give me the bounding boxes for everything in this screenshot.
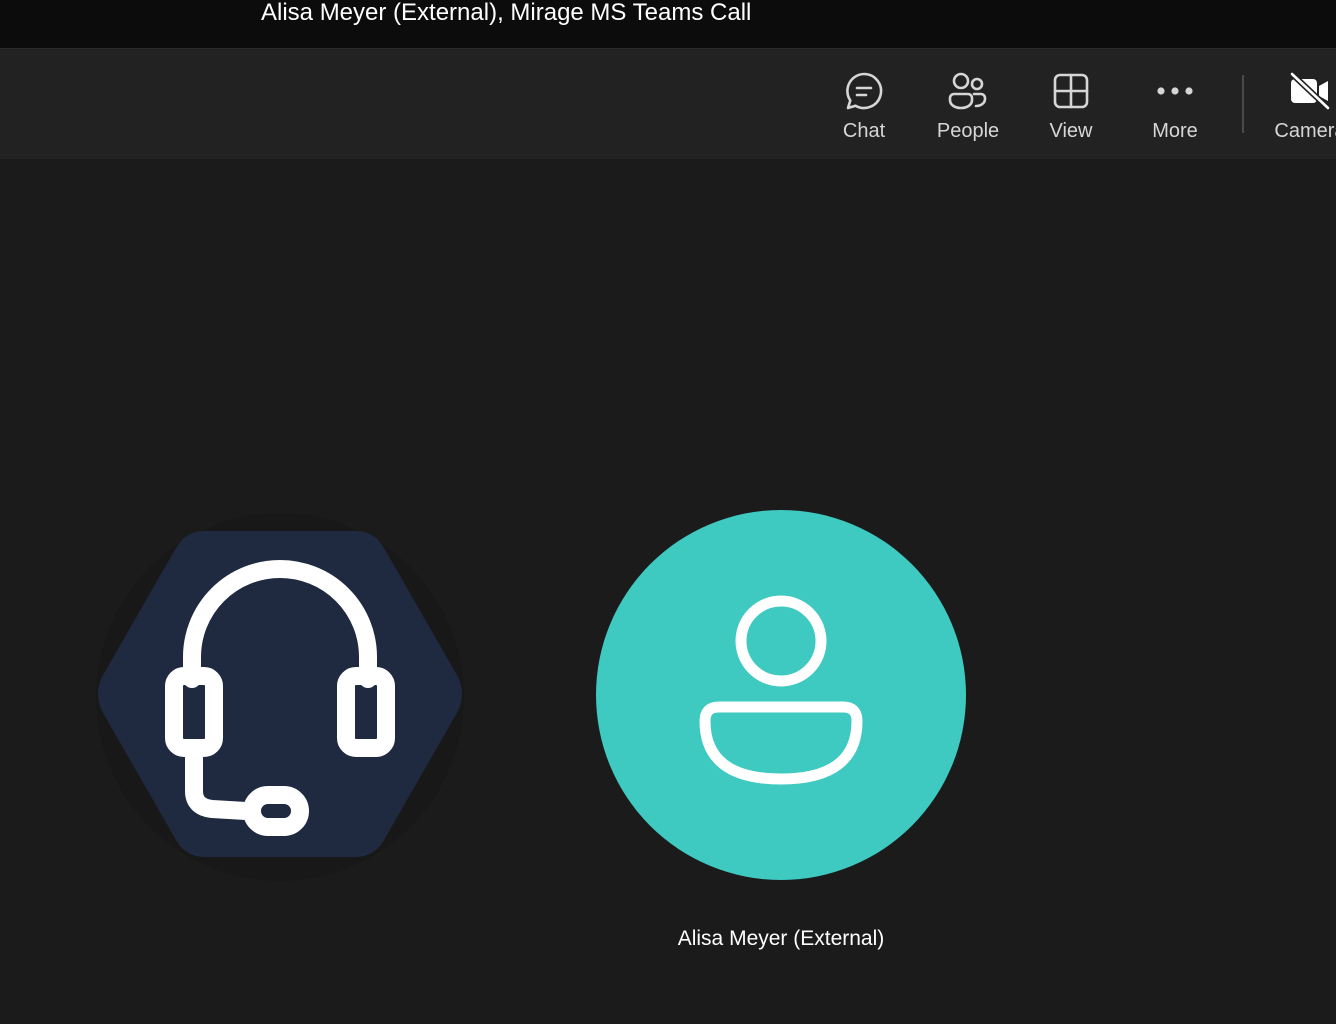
camera-label: Camera [1274, 120, 1336, 142]
people-label: People [936, 120, 1000, 142]
view-button[interactable]: View [1021, 49, 1121, 159]
people-icon [946, 69, 990, 113]
call-stage: Alisa Meyer (External) [0, 159, 1336, 1024]
headset-icon [96, 531, 464, 857]
participant-name: Alisa Meyer (External) [677, 927, 885, 950]
chat-button[interactable]: Chat [814, 49, 914, 159]
chat-icon [842, 69, 886, 113]
view-grid-icon [1049, 69, 1093, 113]
teams-call-window: Alisa Meyer (External), Mirage MS Teams … [0, 0, 1336, 1024]
camera-button[interactable]: Camera [1260, 49, 1336, 159]
more-button[interactable]: More [1125, 49, 1225, 159]
window-title: Alisa Meyer (External), Mirage MS Teams … [261, 0, 752, 26]
view-label: View [1049, 120, 1093, 142]
people-button[interactable]: People [918, 49, 1018, 159]
camera-off-icon [1288, 69, 1332, 113]
user-avatar[interactable] [596, 510, 966, 880]
toolbar-divider [1242, 75, 1244, 133]
window-titlebar: Alisa Meyer (External), Mirage MS Teams … [0, 0, 1336, 49]
more-label: More [1152, 120, 1198, 142]
person-icon [691, 593, 871, 798]
bot-avatar[interactable] [96, 531, 464, 857]
more-icon [1153, 69, 1197, 113]
chat-label: Chat [842, 120, 886, 142]
call-toolbar: Chat People View More Camer [0, 49, 1336, 159]
